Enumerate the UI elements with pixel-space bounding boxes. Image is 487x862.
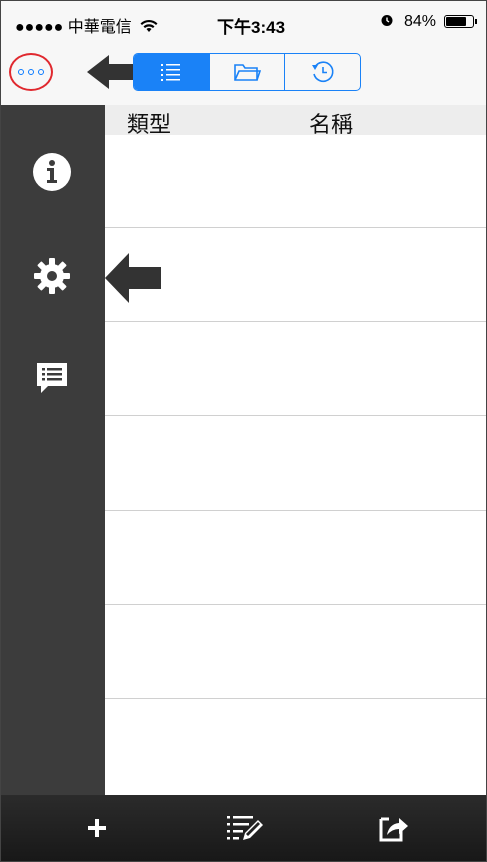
edit-list-button[interactable] [225, 811, 265, 845]
row-divider [105, 510, 486, 511]
file-list[interactable] [105, 135, 486, 795]
list-icon [161, 64, 181, 81]
battery-fill [446, 17, 466, 26]
navigation-bar [1, 41, 486, 105]
info-icon [33, 153, 71, 191]
app-frame: ●●●●● 中華電信 下午3:43 84% 類型 名稱 [0, 0, 487, 862]
row-divider [105, 604, 486, 605]
carrier-text: ●●●●● 中華電信 [15, 19, 132, 36]
folder-icon [234, 64, 261, 81]
more-dot [28, 69, 34, 75]
clock: 下午3:43 [217, 18, 286, 37]
battery-status: 84% [380, 13, 436, 31]
row-divider [105, 227, 486, 228]
row-divider [105, 321, 486, 322]
plus-icon [88, 819, 106, 837]
segment-history[interactable] [284, 54, 360, 90]
more-button[interactable] [9, 53, 53, 91]
sidebar-item-settings[interactable] [31, 255, 73, 297]
share-icon [379, 817, 408, 842]
more-dot [18, 69, 24, 75]
sidebar-item-info[interactable] [31, 151, 73, 193]
segment-folder[interactable] [208, 54, 285, 90]
row-divider [105, 698, 486, 699]
add-button[interactable] [77, 811, 117, 845]
table-header: 類型 名稱 [105, 105, 486, 137]
battery-percent: 84% [403, 13, 436, 30]
row-divider [105, 415, 486, 416]
carrier-label: ●●●●● 中華電信 [15, 13, 158, 37]
sidebar [1, 105, 105, 795]
view-segmented-control [133, 53, 361, 91]
gear-icon [34, 258, 70, 294]
battery-icon [444, 15, 477, 28]
alarm-icon [381, 15, 393, 26]
sidebar-item-messages[interactable] [31, 357, 73, 399]
status-bar: ●●●●● 中華電信 下午3:43 84% [1, 1, 486, 41]
segment-list[interactable] [134, 54, 209, 90]
message-icon [37, 363, 67, 393]
callout-arrow-settings-icon [105, 253, 161, 303]
edit-list-icon [227, 816, 263, 840]
more-dot [38, 69, 44, 75]
wifi-icon [140, 19, 158, 32]
history-icon [311, 61, 334, 83]
share-button[interactable] [373, 811, 413, 845]
bottom-toolbar [1, 795, 486, 861]
